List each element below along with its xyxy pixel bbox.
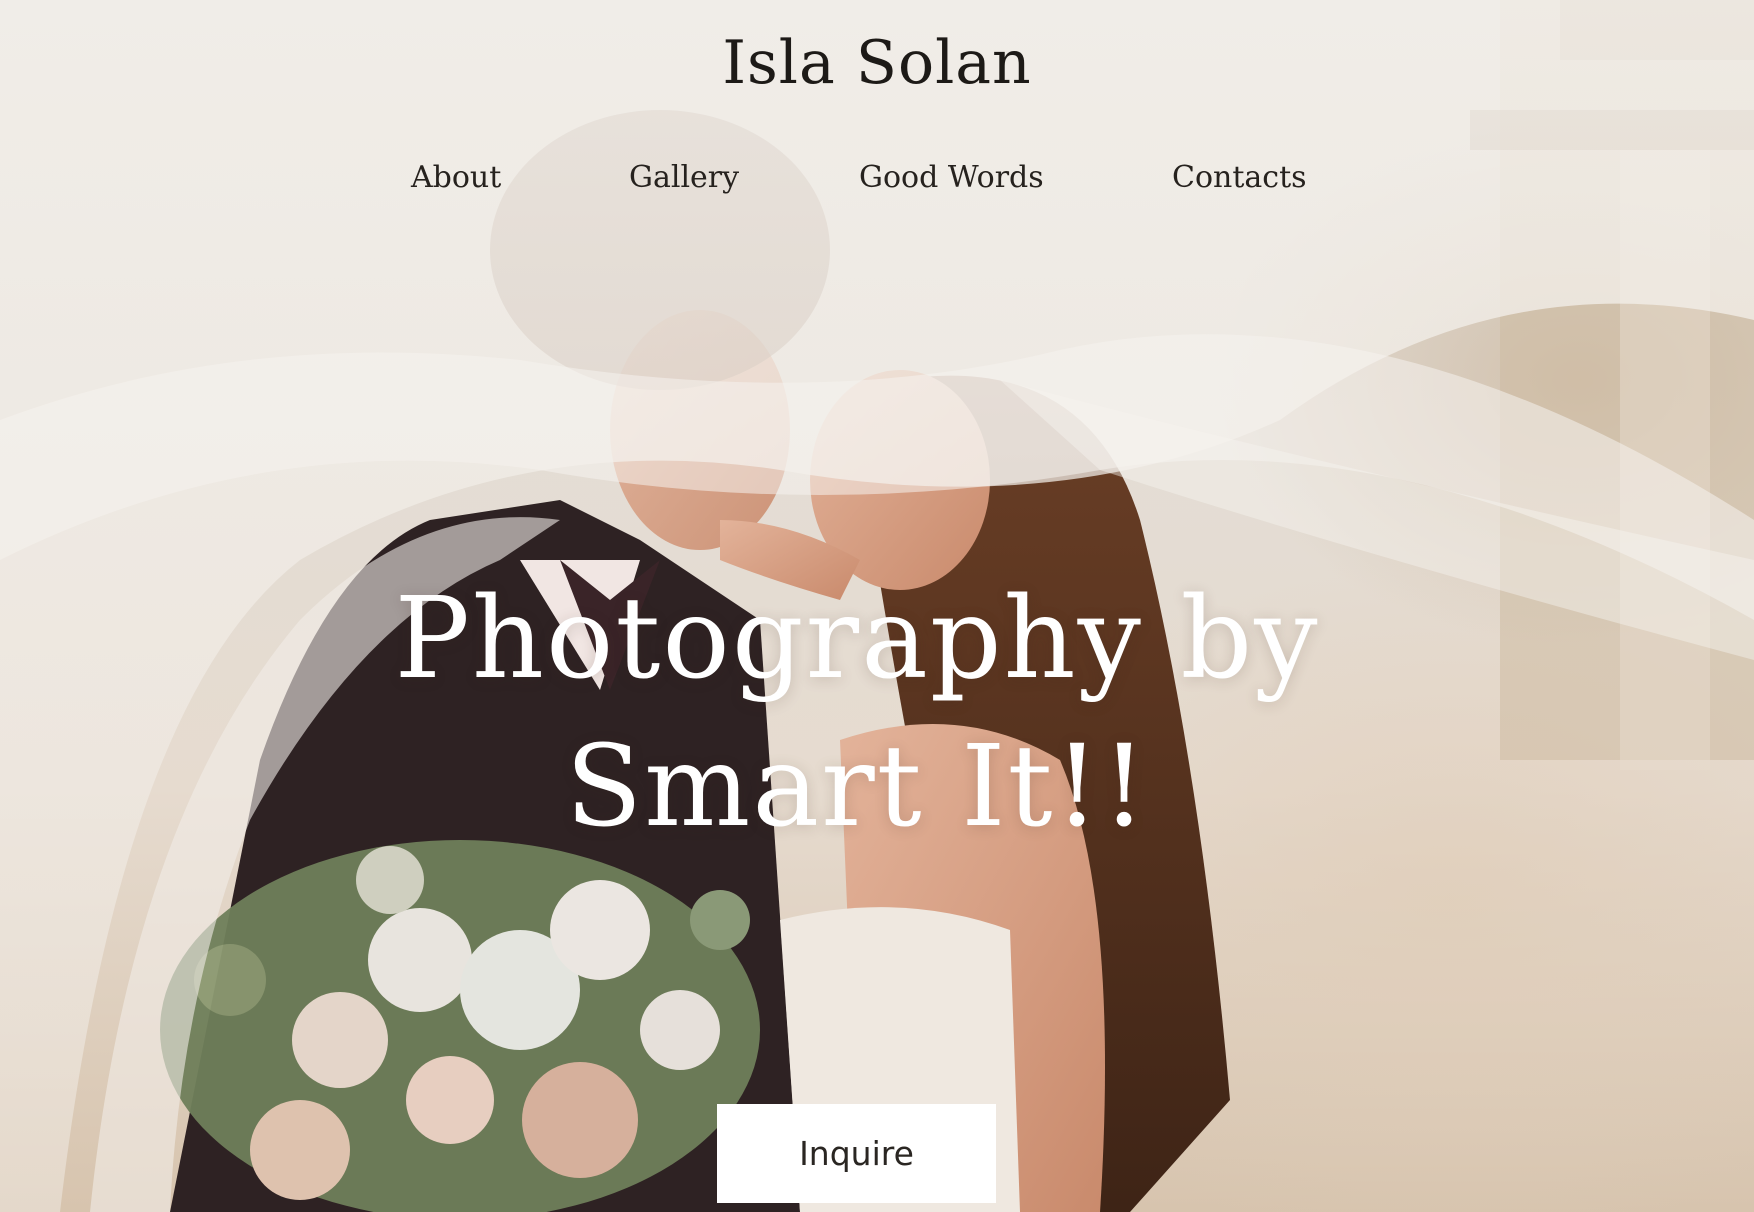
inquire-button[interactable]: Inquire	[717, 1104, 996, 1203]
hero-headline: Photography by Smart It!!	[327, 565, 1387, 861]
hero-headline-line-2: Smart It!!	[565, 722, 1149, 852]
site-title[interactable]: Isla Solan	[0, 28, 1754, 98]
nav-item-about[interactable]: About	[411, 160, 501, 195]
nav-item-good-words[interactable]: Good Words	[859, 160, 1044, 195]
nav-item-contacts[interactable]: Contacts	[1172, 160, 1307, 195]
hero-headline-line-1: Photography by	[394, 574, 1320, 704]
nav-item-gallery[interactable]: Gallery	[629, 160, 739, 195]
main-navigation: About Gallery Good Words Contacts	[0, 160, 1754, 210]
